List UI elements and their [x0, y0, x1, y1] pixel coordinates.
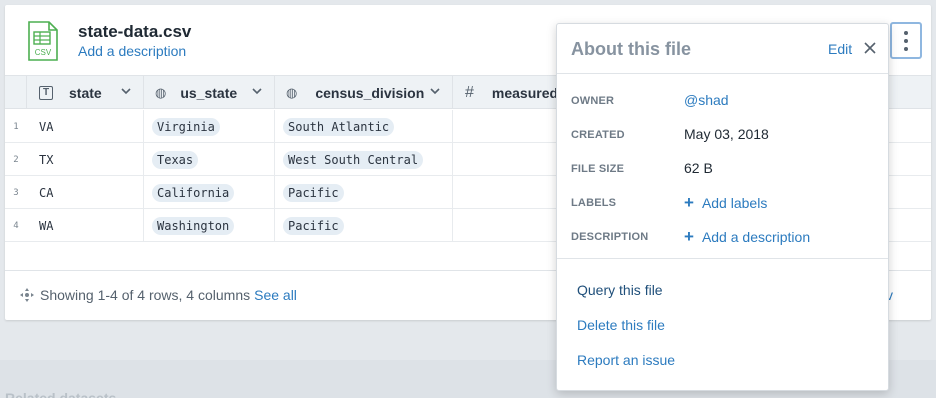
row-number-header	[5, 76, 27, 109]
value-pill: Texas	[152, 150, 199, 169]
cell-state: VA	[27, 110, 144, 143]
footer-summary: Showing 1-4 of 4 rows, 4 columns See all	[20, 287, 297, 303]
column-label: measured_	[491, 84, 566, 101]
meta-key: LABELS	[571, 197, 617, 209]
column-label: us_state	[180, 84, 238, 101]
add-description-label: Add a description	[701, 228, 811, 245]
kebab-dot	[904, 30, 908, 35]
owner-link[interactable]: @shad	[684, 92, 729, 108]
popover-title: About this file	[571, 39, 691, 59]
close-icon[interactable]	[862, 40, 878, 56]
add-description-button[interactable]: + Add a description	[684, 228, 810, 245]
divider	[557, 258, 888, 259]
meta-key: CREATED	[571, 129, 625, 141]
value-pill: Pacific	[283, 216, 344, 235]
meta-description: DESCRIPTION + Add a description	[557, 222, 888, 256]
row-number: 4	[13, 221, 19, 231]
column-header-state[interactable]: T state	[27, 76, 144, 109]
meta-labels: LABELS + Add labels	[557, 188, 888, 222]
cell-us-state: California	[144, 176, 275, 209]
file-name: state-data.csv	[78, 22, 192, 41]
column-label: census_division	[315, 84, 425, 101]
cell-state: CA	[27, 176, 144, 209]
cell-us-state: Texas	[144, 143, 275, 176]
query-file-action[interactable]: Query this file	[577, 282, 663, 298]
column-label: state	[69, 84, 102, 101]
delete-file-action[interactable]: Delete this file	[577, 317, 665, 333]
meta-owner: OWNER @shad	[557, 86, 888, 120]
value-pill: Virginia	[152, 117, 220, 136]
number-type-icon: #	[465, 83, 474, 101]
meta-key: OWNER	[571, 95, 615, 107]
cell-us-state: Virginia	[144, 110, 275, 143]
cell-census-division: South Atlantic	[275, 110, 453, 143]
column-header-us-state[interactable]: ◍ us_state	[144, 76, 275, 109]
meta-key: FILE SIZE	[571, 163, 625, 175]
add-description-link[interactable]: Add a description	[78, 43, 186, 59]
meta-created: CREATED May 03, 2018	[557, 120, 888, 154]
cell-census-division: Pacific	[275, 209, 453, 242]
edit-button[interactable]: Edit	[828, 41, 852, 57]
move-icon	[20, 288, 34, 302]
meta-value: 62 B	[684, 160, 713, 176]
column-header-census-division[interactable]: ◍ census_division	[275, 76, 453, 109]
chevron-down-icon[interactable]	[121, 86, 131, 96]
report-issue-action[interactable]: Report an issue	[577, 352, 675, 368]
row-number: 1	[13, 122, 19, 132]
about-file-popover: About this file Edit OWNER @shad CREATED…	[556, 23, 889, 391]
meta-value: May 03, 2018	[684, 126, 769, 142]
value-pill: Washington	[152, 216, 235, 235]
related-heading: Related datasets	[5, 390, 117, 398]
add-labels-label: Add labels	[701, 194, 768, 211]
more-options-button[interactable]	[890, 22, 922, 59]
row-number: 2	[13, 155, 19, 165]
geo-type-icon: ◍	[155, 84, 167, 100]
value-pill: Pacific	[283, 183, 344, 202]
kebab-dot	[904, 46, 908, 51]
plus-icon: +	[684, 193, 694, 212]
meta-file-size: FILE SIZE 62 B	[557, 154, 888, 188]
meta-key: DESCRIPTION	[571, 231, 649, 243]
geo-type-icon: ◍	[286, 84, 298, 100]
divider	[557, 73, 888, 74]
value-pill: California	[152, 183, 235, 202]
value-pill: South Atlantic	[283, 117, 395, 136]
plus-icon: +	[684, 227, 694, 246]
csv-file-icon: CSV	[28, 21, 58, 61]
add-labels-button[interactable]: + Add labels	[684, 194, 767, 211]
cell-state: WA	[27, 209, 144, 242]
cell-census-division: West South Central	[275, 143, 453, 176]
cell-us-state: Washington	[144, 209, 275, 242]
text-type-icon: T	[39, 85, 53, 100]
cell-census-division: Pacific	[275, 176, 453, 209]
kebab-dot	[904, 38, 908, 43]
chevron-down-icon[interactable]	[430, 86, 440, 96]
csv-icon-label: CSV	[35, 48, 52, 57]
row-number: 3	[13, 188, 19, 198]
chevron-down-icon[interactable]	[252, 86, 262, 96]
see-all-link[interactable]: See all	[254, 287, 297, 303]
cell-state: TX	[27, 143, 144, 176]
rows-summary: Showing 1-4 of 4 rows, 4 columns	[40, 287, 251, 303]
value-pill: West South Central	[283, 150, 424, 169]
